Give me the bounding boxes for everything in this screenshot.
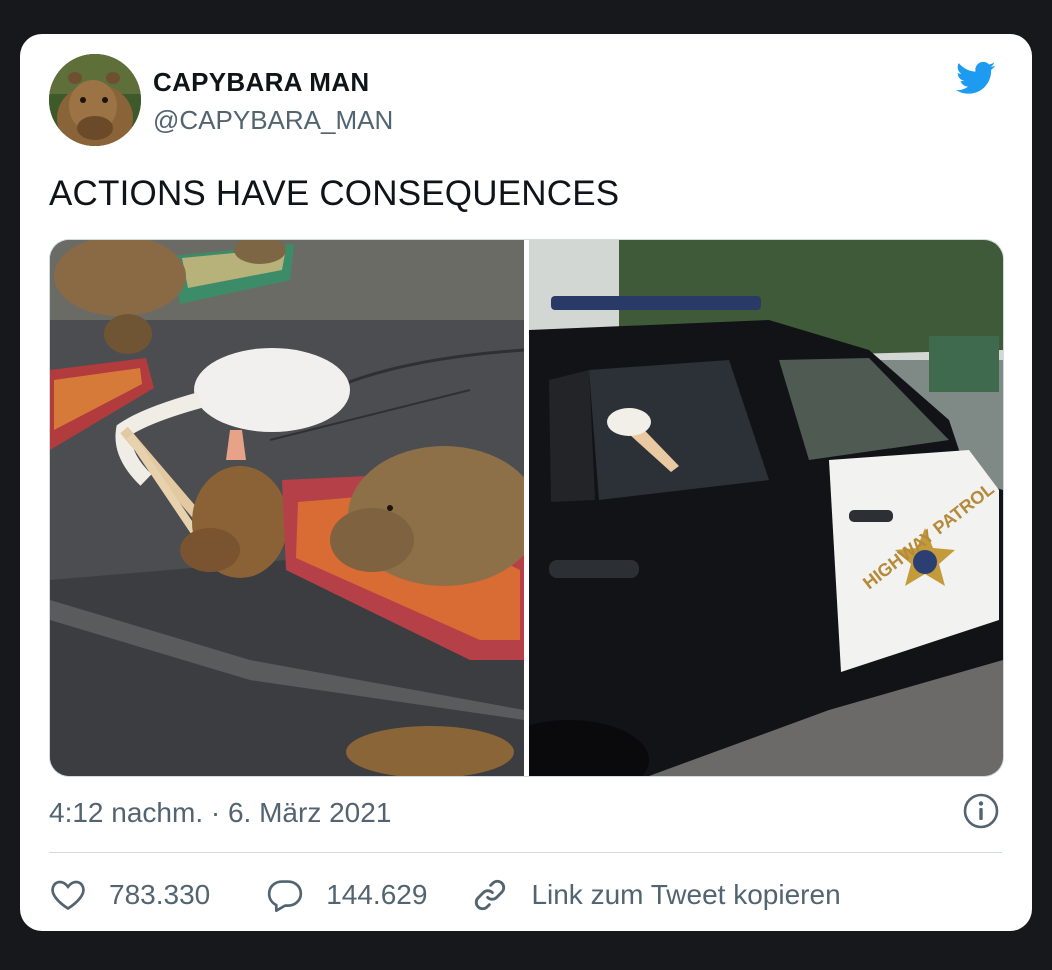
copy-link-label: Link zum Tweet kopieren [531, 879, 841, 910]
link-icon [475, 879, 506, 911]
reply-count: 144.629 [326, 879, 428, 910]
reply-button[interactable]: 144.629 [266, 876, 427, 914]
tweet-actions: 783.330 144.629 Link zum Tweet kopieren [49, 872, 841, 918]
author-avatar[interactable] [49, 54, 141, 146]
heart-icon [51, 880, 85, 911]
tweet-timestamp[interactable]: 4:12 nachm. · 6. März 2021 [49, 797, 391, 829]
info-icon[interactable] [962, 792, 1000, 830]
like-count: 783.330 [109, 879, 211, 910]
author-handle[interactable]: @CAPYBARA_MAN [153, 105, 393, 136]
author-name[interactable]: CAPYBARA MAN [153, 67, 369, 98]
pelican-in-highway-patrol-car-photo[interactable]: HIGHWAY PATROL [529, 240, 1003, 776]
like-button[interactable]: 783.330 [49, 876, 210, 914]
twitter-bird-icon[interactable] [952, 58, 1000, 98]
divider [49, 852, 1002, 853]
capybaras-and-pelican-photo[interactable] [50, 240, 524, 776]
copy-link-button[interactable]: Link zum Tweet kopieren [471, 876, 841, 914]
tweet-media[interactable]: HIGHWAY PATROL [49, 239, 1004, 777]
tweet-card: CAPYBARA MAN @CAPYBARA_MAN ACTIONS HAVE … [20, 34, 1032, 931]
capybara-avatar-image [49, 54, 141, 146]
tweet-text: ACTIONS HAVE CONSEQUENCES [49, 174, 620, 213]
speech-bubble-icon [268, 880, 303, 913]
